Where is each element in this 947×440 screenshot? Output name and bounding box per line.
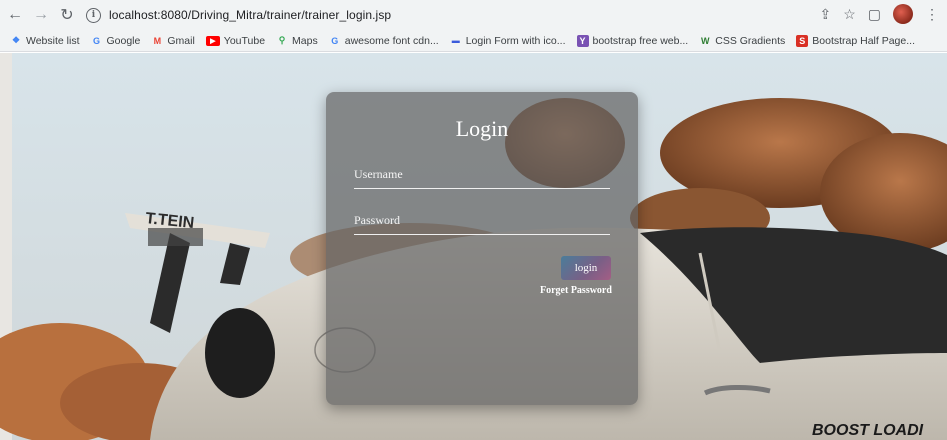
bookmark-item[interactable]: M Gmail bbox=[151, 35, 195, 47]
page-background: BOOST LOADI T.TEIN Login login Forget Pa… bbox=[0, 53, 947, 440]
side-panel-icon[interactable]: ▢ bbox=[868, 6, 881, 23]
youtube-icon: ▶ bbox=[205, 35, 220, 46]
arrow-right-icon: → bbox=[33, 6, 49, 23]
bookmark-item[interactable]: Ybootstrap free web... bbox=[576, 34, 688, 47]
profile-avatar[interactable] bbox=[893, 4, 913, 24]
arrow-left-icon: ← bbox=[7, 6, 23, 23]
bookmark-item[interactable]: ❖ Website list bbox=[10, 35, 80, 47]
address-bar: ← → ↻ i localhost:8080/Driving_Mitra/tra… bbox=[0, 0, 947, 30]
info-icon[interactable]: i bbox=[86, 7, 101, 23]
star-icon[interactable]: ☆ bbox=[843, 6, 856, 23]
bookmark-item[interactable]: Gawesome font cdn... bbox=[329, 35, 438, 47]
browser-window: ← → ↻ i localhost:8080/Driving_Mitra/tra… bbox=[0, 0, 947, 440]
car-decal-side: BOOST LOADI bbox=[812, 422, 924, 439]
login-card: Login login Forget Password bbox=[326, 92, 638, 405]
s-icon: S bbox=[796, 34, 809, 47]
bookmark-item[interactable]: W CSS Gradients bbox=[699, 35, 785, 47]
toolbar-right: ⇪ ☆ ▢ ⋮ bbox=[819, 4, 939, 24]
bookmark-item[interactable]: S Bootstrap Half Page... bbox=[796, 34, 915, 47]
forget-password-link[interactable]: Forget Password bbox=[540, 285, 612, 296]
bookmark-item[interactable]: ⚲ Maps bbox=[276, 35, 318, 47]
forward-button[interactable]: → bbox=[30, 4, 52, 26]
gmail-icon: M bbox=[153, 35, 162, 46]
omnibox[interactable]: i localhost:8080/Driving_Mitra/trainer/t… bbox=[86, 4, 391, 26]
apps-icon: ❖ bbox=[11, 35, 21, 45]
codepen-icon: ▬ bbox=[451, 36, 460, 45]
back-button[interactable]: ← bbox=[4, 4, 26, 26]
share-icon[interactable]: ⇪ bbox=[819, 6, 831, 23]
bookmarks-bar: ❖ Website list G Google M Gmail ▶ YouTube ⚲ M… bbox=[0, 30, 947, 52]
username-input[interactable] bbox=[354, 167, 610, 189]
login-title: Login bbox=[455, 116, 509, 141]
url-text[interactable]: localhost:8080/Driving_Mitra/trainer/tra… bbox=[109, 8, 391, 22]
bookmark-item[interactable]: G Google bbox=[91, 35, 140, 47]
reload-icon: ↻ bbox=[60, 7, 74, 24]
google-icon: G bbox=[331, 35, 339, 46]
css-gradient-icon: W bbox=[700, 35, 710, 46]
login-button[interactable]: login bbox=[561, 256, 611, 280]
bookmark-item[interactable]: ▶ YouTube bbox=[205, 35, 265, 47]
password-input[interactable] bbox=[354, 213, 610, 235]
maps-icon: ⚲ bbox=[278, 35, 286, 45]
google-icon: G bbox=[92, 35, 100, 46]
menu-dots-icon[interactable]: ⋮ bbox=[925, 6, 939, 23]
bootstrap-icon: Y bbox=[576, 34, 589, 47]
bookmark-item[interactable]: ▬ Login Form with ico... bbox=[450, 35, 566, 47]
reload-button[interactable]: ↻ bbox=[56, 4, 78, 26]
